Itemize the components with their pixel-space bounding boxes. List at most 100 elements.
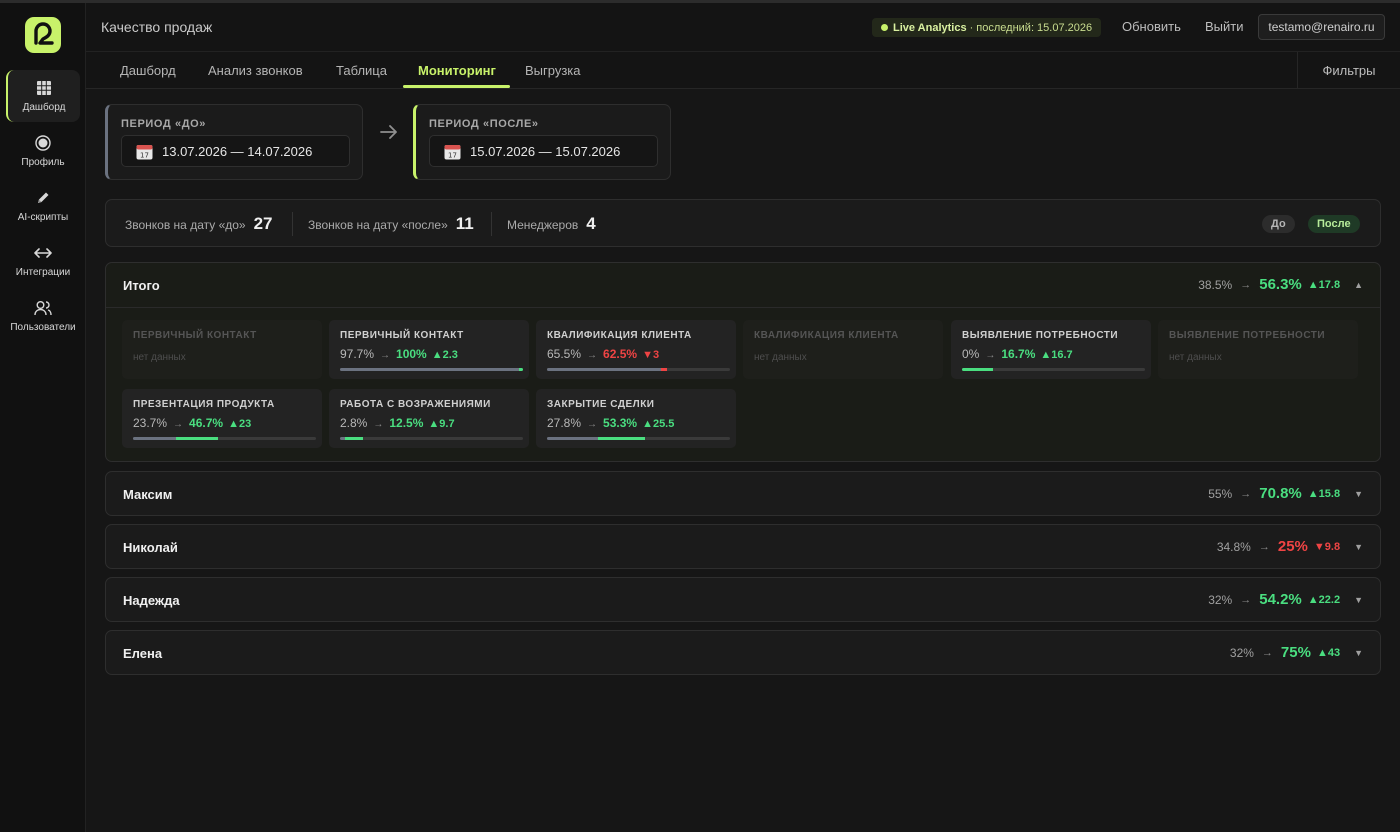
criterion-values: 27.8% → 53.3% ▲25.5	[547, 416, 674, 430]
progress-after-fill	[345, 437, 363, 440]
stat-value: 27	[253, 214, 273, 233]
criterion-before: 65.5%	[547, 347, 582, 361]
criterion-before: 2.8%	[340, 416, 368, 430]
criterion-title: КВАЛИФИКАЦИЯ КЛИЕНТА	[754, 330, 899, 341]
period-before-input[interactable]: 17 13.07.2026 — 14.07.2026	[121, 135, 350, 167]
tab-export[interactable]: Выгрузка	[525, 63, 581, 78]
criterion-no-data: нет данных	[754, 352, 807, 363]
criterion-values: 97.7% → 100% ▲2.3	[340, 347, 458, 361]
score-before: 32%	[1208, 592, 1233, 607]
criterion-after: 53.3%	[603, 416, 638, 430]
live-analytics-name: Live Analytics	[893, 21, 967, 34]
arrow-icon: →	[1261, 646, 1273, 659]
criterion-before: 23.7%	[133, 416, 168, 430]
criterion-progress-bar	[547, 368, 730, 371]
criterion-delta: ▲16.7	[1040, 349, 1073, 361]
criterion-before: 27.8%	[547, 416, 582, 430]
stat-value: 11	[455, 214, 474, 233]
period-after-value: 15.07.2026 — 15.07.2026	[470, 143, 621, 159]
criterion-title: ВЫЯВЛЕНИЕ ПОТРЕБНОСТИ	[1169, 330, 1326, 341]
tab-table[interactable]: Таблица	[336, 63, 387, 78]
chevron-down-icon[interactable]: ▼	[1354, 542, 1363, 552]
tab-call-analysis[interactable]: Анализ звонков	[208, 63, 303, 78]
score-after: 56.3%	[1259, 276, 1302, 293]
manager-section: Надежда 32% → 54.2% ▲22.2 ▼	[105, 577, 1381, 622]
criterion-delta: ▲9.7	[428, 418, 455, 430]
criterion-values: 2.8% → 12.5% ▲9.7	[340, 416, 455, 430]
stat-value: 4	[586, 214, 596, 233]
sidebar-item-integrations[interactable]: Интеграции	[6, 235, 80, 287]
svg-text:17: 17	[448, 151, 457, 159]
criterion-delta: ▲25.5	[642, 418, 675, 430]
score-before: 55%	[1208, 486, 1233, 501]
pencil-icon	[6, 189, 80, 207]
legend-after-badge: После	[1308, 215, 1360, 233]
score-delta: ▲43	[1316, 646, 1341, 659]
score-before: 38.5%	[1198, 277, 1233, 292]
criterion-after: 12.5%	[389, 416, 424, 430]
manager-section-header[interactable]: Елена 32% → 75% ▲43 ▼	[106, 631, 1380, 674]
chevron-up-icon[interactable]: ▲	[1354, 280, 1363, 290]
sidebar-item-ai-scripts[interactable]: AI-скрипты	[6, 180, 80, 232]
criterion-title: ПЕРВИЧНЫЙ КОНТАКТ	[133, 330, 257, 341]
period-before-label: ПЕРИОД «ДО»	[121, 118, 207, 130]
sidebar: Дашборд Профиль AI-скрипты Интеграции По…	[0, 3, 86, 832]
manager-section-header[interactable]: Максим 55% → 70.8% ▲15.8 ▼	[106, 472, 1380, 515]
svg-text:17: 17	[140, 151, 149, 159]
arrow-icon: →	[173, 419, 184, 430]
manager-section: Николай 34.8% → 25% ▼9.8 ▼	[105, 524, 1381, 569]
logout-button[interactable]: Выйти	[1205, 19, 1244, 34]
user-email-button[interactable]: testamo@renairo.ru	[1258, 14, 1385, 40]
manager-section-header[interactable]: Николай 34.8% → 25% ▼9.8 ▼	[106, 525, 1380, 568]
criterion-progress-bar	[547, 437, 730, 440]
tab-dashboard[interactable]: Дашборд	[120, 63, 176, 78]
chevron-down-icon[interactable]: ▼	[1354, 595, 1363, 605]
chevron-down-icon[interactable]: ▼	[1354, 648, 1363, 658]
sidebar-item-dashboard[interactable]: Дашборд	[6, 70, 80, 122]
profile-icon	[6, 134, 80, 152]
header: Качество продаж Live Analytics · последн…	[86, 3, 1400, 52]
criterion-title: РАБОТА С ВОЗРАЖЕНИЯМИ	[340, 399, 491, 410]
sidebar-item-users[interactable]: Пользователи	[6, 290, 80, 342]
progress-before-fill	[547, 437, 598, 440]
period-before-value: 13.07.2026 — 14.07.2026	[162, 143, 313, 159]
calendar-icon: 17	[136, 143, 153, 160]
period-after-input[interactable]: 17 15.07.2026 — 15.07.2026	[429, 135, 658, 167]
chevron-down-icon[interactable]: ▼	[1354, 489, 1363, 499]
arrow-icon: →	[587, 419, 598, 430]
users-icon	[6, 299, 80, 317]
manager-section-header[interactable]: Надежда 32% → 54.2% ▲22.2 ▼	[106, 578, 1380, 621]
stat-label: Звонков на дату «после»	[308, 218, 448, 232]
summary-section: Итого 38.5% → 56.3% ▲17.8 ▲ ПЕРВИЧНЫЙ КО…	[105, 262, 1381, 462]
criterion-before: 0%	[962, 347, 980, 361]
progress-after-fill	[962, 368, 993, 371]
criterion-card: ВЫЯВЛЕНИЕ ПОТРЕБНОСТИ нет данных	[1158, 320, 1358, 379]
section-divider	[106, 307, 1380, 308]
live-analytics-badge: Live Analytics · последний: 15.07.2026	[872, 18, 1102, 37]
period-after-card: ПЕРИОД «ПОСЛЕ» 17 15.07.2026 — 15.07.202…	[413, 104, 671, 180]
arrow-icon: →	[1240, 278, 1252, 291]
progress-after-fill	[597, 437, 645, 440]
criterion-card: ПЕРВИЧНЫЙ КОНТАКТ нет данных	[122, 320, 322, 379]
summary-section-header[interactable]: Итого 38.5% → 56.3% ▲17.8 ▲	[106, 263, 1380, 307]
criterion-title: ВЫЯВЛЕНИЕ ПОТРЕБНОСТИ	[962, 330, 1119, 341]
refresh-button[interactable]: Обновить	[1122, 19, 1181, 34]
score-before: 32%	[1229, 645, 1254, 660]
filters-button[interactable]: Фильтры	[1297, 52, 1400, 88]
manager-name: Николай	[123, 540, 178, 555]
sidebar-item-label: Интеграции	[15, 267, 71, 278]
criterion-progress-bar	[340, 437, 523, 440]
active-tab-indicator	[403, 85, 510, 88]
stat-calls-after: Звонков на дату «после» 11	[308, 214, 474, 234]
tab-monitoring[interactable]: Мониторинг	[418, 63, 496, 78]
criterion-no-data: нет данных	[133, 352, 186, 363]
legend-before-badge: До	[1262, 215, 1295, 233]
sidebar-item-profile[interactable]: Профиль	[6, 125, 80, 177]
arrow-icon: →	[587, 350, 598, 361]
progress-before-fill	[133, 437, 177, 440]
arrow-icon: →	[380, 350, 391, 361]
logo-icon[interactable]	[25, 17, 61, 53]
criterion-title: ПРЕЗЕНТАЦИЯ ПРОДУКТА	[133, 399, 275, 410]
sidebar-item-label: Дашборд	[22, 102, 66, 113]
stats-bar: Звонков на дату «до» 27 Звонков на дату …	[105, 199, 1381, 247]
